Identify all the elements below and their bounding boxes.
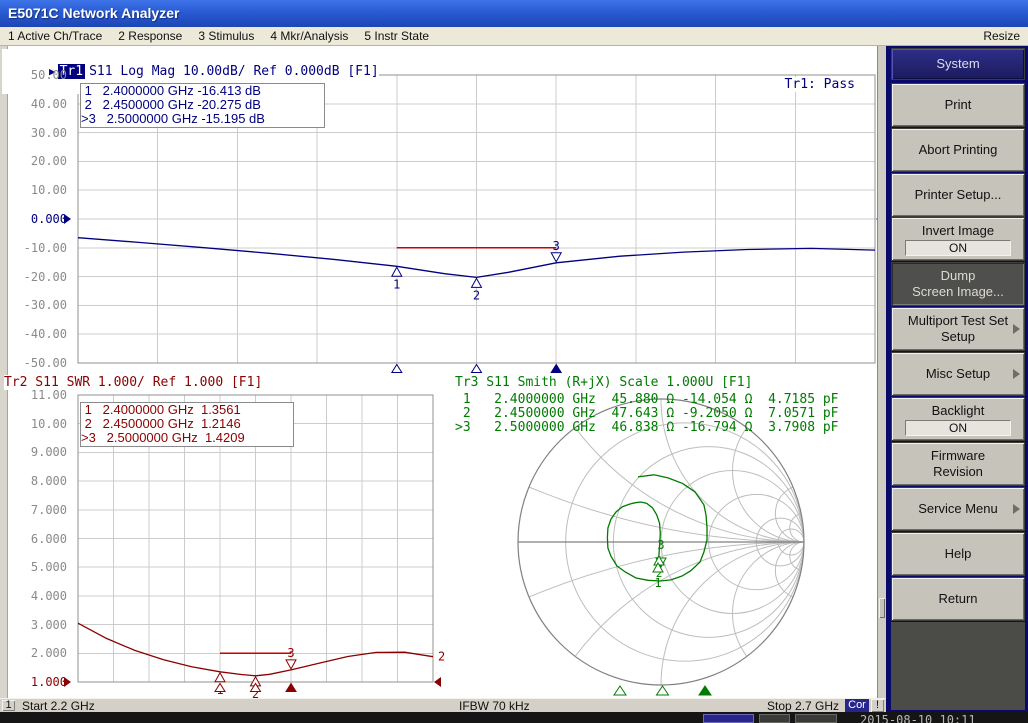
softkey-firmware-revision[interactable]: Firmware Revision xyxy=(891,442,1025,486)
tr2-marker-table: 1 2.4000000 GHz 1.3561 2 2.4500000 GHz 1… xyxy=(80,402,294,447)
y-axis-tick-label: 4.000 xyxy=(0,589,67,603)
tr2-y-axis-ticks: 11.00 10.00 9.000 8.000 7.000 6.000 5.000 4.000… xyxy=(0,46,67,698)
invert-image-state: ON xyxy=(905,240,1011,256)
softkey-label: Help xyxy=(892,546,1024,562)
softkey-dump-screen-image[interactable]: Dump Screen Image... xyxy=(891,262,1025,306)
measurement-area: 12311232321 ▶Tr1S11 Log Mag 10.00dB/ Ref… xyxy=(0,46,877,698)
tr1-header-text[interactable]: S11 Log Mag 10.00dB/ Ref 0.000dB [F1] xyxy=(89,64,379,79)
softkey-misc-setup[interactable]: Misc Setup xyxy=(891,352,1025,396)
window-title: E5071C Network Analyzer xyxy=(8,5,179,21)
softkey-empty-panel xyxy=(891,622,1025,710)
traces-plot-canvas: 12311232321 xyxy=(0,46,877,698)
marker-row: 2 2.4500000 GHz -20.275 dB xyxy=(81,98,324,112)
softkey-label-line2: Revision xyxy=(892,464,1024,480)
softkey-label: System xyxy=(892,56,1024,72)
y-axis-tick-label: 6.000 xyxy=(0,532,67,546)
svg-text:2: 2 xyxy=(473,288,480,302)
marker-row: >3 2.5000000 GHz 1.4209 xyxy=(81,431,293,445)
status-segment xyxy=(795,714,837,723)
clock-readout: 2015-08-10 10:11 xyxy=(860,713,976,723)
marker-row: 1 2.4000000 GHz 1.3561 xyxy=(81,403,293,417)
marker-row: 2 2.4500000 GHz 1.2146 xyxy=(81,417,293,431)
title-bar: E5071C Network Analyzer xyxy=(0,0,1028,27)
menu-mkr-analysis[interactable]: 4 Mkr/Analysis xyxy=(262,29,356,43)
softkey-label: Firmware xyxy=(892,448,1024,464)
svg-text:3: 3 xyxy=(287,646,294,660)
menu-bar: 1 Active Ch/Trace 2 Response 3 Stimulus … xyxy=(0,27,1028,46)
menu-active-ch-trace[interactable]: 1 Active Ch/Trace xyxy=(0,29,110,43)
correction-status-badge: Cor xyxy=(845,699,869,712)
svg-text:1: 1 xyxy=(393,277,400,291)
softkey-label: Print xyxy=(892,97,1024,113)
svg-text:1: 1 xyxy=(654,576,661,590)
y-axis-tick-label: 3.000 xyxy=(0,618,67,632)
softkey-label: Abort Printing xyxy=(892,142,1024,158)
softkey-invert-image[interactable]: Invert Image ON xyxy=(891,217,1025,261)
y-axis-tick-label: 10.00 xyxy=(0,417,67,431)
softkey-label-line2: Setup xyxy=(892,329,1024,345)
menu-instr-state[interactable]: 5 Instr State xyxy=(356,29,437,43)
softkey-help[interactable]: Help xyxy=(891,532,1025,576)
stop-frequency: Stop 2.7 GHz xyxy=(767,699,839,713)
start-frequency: Start 2.2 GHz xyxy=(22,699,95,713)
tr1-marker-table: 1 2.4000000 GHz -16.413 dB 2 2.4500000 G… xyxy=(80,83,325,128)
backlight-state: ON xyxy=(905,420,1011,436)
ifbw-readout: IFBW 70 kHz xyxy=(459,699,530,713)
softkey-label-line2: Screen Image... xyxy=(892,284,1024,300)
softkey-return[interactable]: Return xyxy=(891,577,1025,621)
softkey-label: Invert Image xyxy=(892,223,1024,239)
scroll-thumb[interactable] xyxy=(879,598,885,618)
menu-resize[interactable]: Resize xyxy=(975,29,1028,43)
softkey-label: Return xyxy=(892,591,1024,607)
softkey-multiport-test-set-setup[interactable]: Multiport Test Set Setup xyxy=(891,307,1025,351)
tr1-limit-test-status: Tr1: Pass xyxy=(785,77,855,92)
y-axis-tick-label: 5.000 xyxy=(0,560,67,574)
status-segment xyxy=(703,714,754,723)
submenu-arrow-icon xyxy=(1013,324,1020,334)
network-analyzer-window: E5071C Network Analyzer 1 Active Ch/Trac… xyxy=(0,0,1028,723)
tr3-header[interactable]: Tr3 S11 Smith (R+jX) Scale 1.000U [F1] xyxy=(455,375,752,390)
softkey-label: Service Menu xyxy=(892,501,1024,517)
menu-stimulus[interactable]: 3 Stimulus xyxy=(190,29,262,43)
marker-row: 1 2.4000000 GHz -16.413 dB xyxy=(81,84,324,98)
y-axis-tick-label: 1.000 xyxy=(0,675,67,689)
marker-row: >3 2.5000000 GHz -15.195 dB xyxy=(81,112,324,126)
tr3-marker-table: 1 2.4000000 GHz 45.880 Ω -14.054 Ω 4.718… xyxy=(455,393,839,435)
y-axis-tick-label: 7.000 xyxy=(0,503,67,517)
svg-text:3: 3 xyxy=(553,239,560,253)
submenu-arrow-icon xyxy=(1013,369,1020,379)
softkey-menu: System Print Abort Printing Printer Setu… xyxy=(886,46,1028,712)
softkey-print[interactable]: Print xyxy=(891,83,1025,127)
softkey-label: Backlight xyxy=(892,403,1024,419)
y-axis-tick-label: 11.00 xyxy=(0,388,67,402)
y-axis-tick-label: 8.000 xyxy=(0,474,67,488)
softkey-backlight[interactable]: Backlight ON xyxy=(891,397,1025,441)
softkey-label: Multiport Test Set xyxy=(892,313,1024,329)
svg-text:2: 2 xyxy=(438,650,445,664)
y-axis-tick-label: 2.000 xyxy=(0,646,67,660)
softkey-abort-printing[interactable]: Abort Printing xyxy=(891,128,1025,172)
status-bar: 1 Start 2.2 GHz IFBW 70 kHz Stop 2.7 GHz… xyxy=(0,698,886,712)
instrument-status-strip: 2015-08-10 10:11 xyxy=(0,712,1028,723)
right-scroll-strip xyxy=(877,46,886,698)
softkey-label: Printer Setup... xyxy=(892,187,1024,203)
menu-response[interactable]: 2 Response xyxy=(110,29,190,43)
y-axis-tick-label: 9.000 xyxy=(0,445,67,459)
marker-row: >3 2.5000000 GHz 46.838 Ω -16.794 Ω 3.79… xyxy=(455,421,839,435)
status-segment xyxy=(759,714,790,723)
softkey-label: Misc Setup xyxy=(892,366,1024,382)
warning-badge: ! xyxy=(871,699,884,712)
marker-row: 1 2.4000000 GHz 45.880 Ω -14.054 Ω 4.718… xyxy=(455,393,839,407)
softkey-printer-setup[interactable]: Printer Setup... xyxy=(891,173,1025,217)
svg-text:3: 3 xyxy=(657,538,664,552)
submenu-arrow-icon xyxy=(1013,504,1020,514)
channel-number-badge: 1 xyxy=(2,700,15,711)
softkey-label: Dump xyxy=(892,268,1024,284)
softkey-system[interactable]: System xyxy=(891,48,1025,80)
softkey-service-menu[interactable]: Service Menu xyxy=(891,487,1025,531)
marker-row: 2 2.4500000 GHz 47.643 Ω -9.2050 Ω 7.057… xyxy=(455,407,839,421)
